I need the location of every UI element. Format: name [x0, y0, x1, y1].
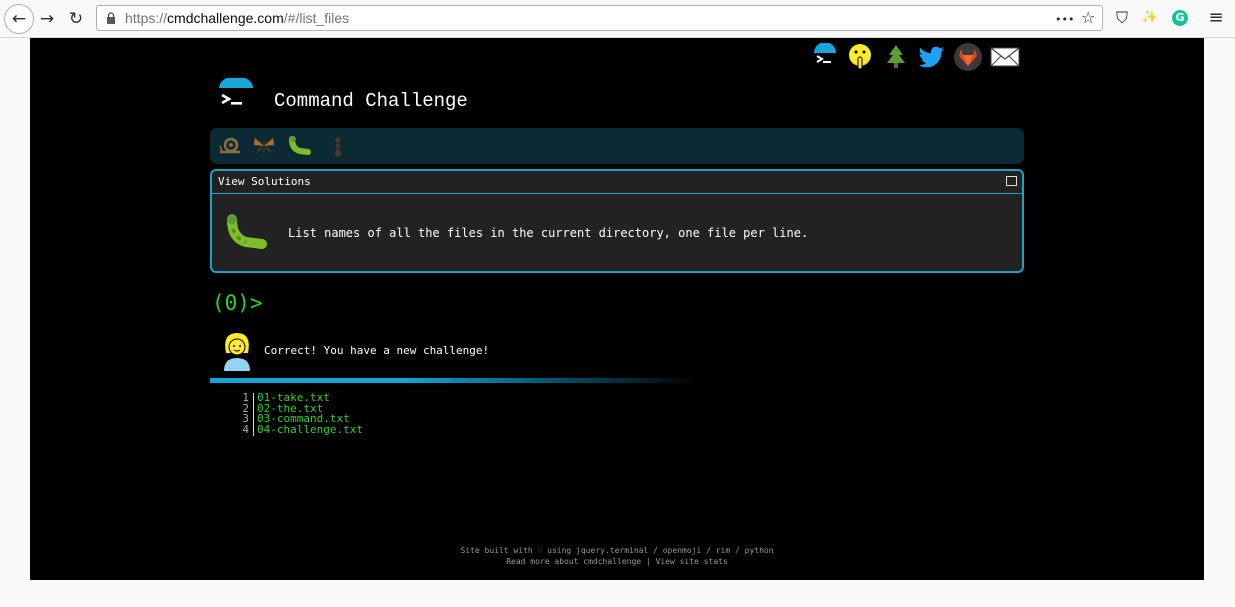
success-message: Correct! You have a new challenge!: [264, 344, 490, 357]
twitter-bird-icon: [919, 46, 944, 68]
forward-arrow-icon: →: [39, 8, 55, 29]
twitter-link[interactable]: [917, 42, 947, 72]
url-text[interactable]: https://cmdchallenge.com/#/list_files: [125, 10, 349, 26]
caterpillar-icon: [289, 136, 311, 155]
progress-bar: [210, 378, 700, 383]
gitlab-link[interactable]: [953, 42, 983, 72]
lock-icon: [107, 12, 115, 24]
site-logo-icon: [219, 78, 253, 105]
caterpillar-icon: [227, 214, 267, 249]
butterfly-icon: [253, 137, 275, 154]
footer-credits[interactable]: Site built with ♡ using jquery.terminal …: [30, 546, 1204, 555]
gitlab-fox-icon: [954, 43, 982, 71]
ant-icon: [335, 137, 341, 157]
url-bar[interactable]: https://cmdchallenge.com/#/list_files ••…: [96, 5, 1103, 31]
grammarly-icon[interactable]: G: [1172, 10, 1188, 26]
email-link[interactable]: [990, 42, 1020, 72]
output-line: 4 04-challenge.txt: [235, 423, 363, 437]
tree-link[interactable]: [881, 42, 911, 72]
terminal-prompt[interactable]: (0)>: [212, 291, 263, 315]
extension-wand-icon[interactable]: ✨: [1140, 8, 1160, 28]
terminal-logo-icon: [814, 43, 836, 63]
challenge-description: List names of all the files in the curre…: [288, 226, 809, 240]
level-selector: [210, 128, 1024, 164]
level-butterfly[interactable]: [252, 134, 276, 158]
level-ant[interactable]: [326, 134, 350, 158]
reload-button[interactable]: ↻: [63, 6, 89, 32]
snail-icon: [219, 137, 240, 154]
footer-links[interactable]: Read more about cmdchallenge | View site…: [30, 557, 1204, 566]
tracking-shield-icon[interactable]: ⛉: [1112, 8, 1132, 28]
command-output: 1 01-take.txt 2 02-the.txt 3 03-command.txt…: [235, 392, 363, 437]
reload-icon: ↻: [68, 8, 84, 29]
view-solutions-link[interactable]: View Solutions: [218, 175, 311, 188]
line-number: 4: [235, 424, 254, 436]
page-title: Command Challenge: [274, 90, 468, 112]
panel-header: View Solutions: [212, 171, 1022, 194]
file-name: 04-challenge.txt: [257, 423, 363, 437]
hamburger-menu-icon[interactable]: ≡: [1206, 8, 1226, 28]
cmdchallenge-link[interactable]: [810, 42, 840, 72]
woman-avatar-icon: [224, 333, 250, 371]
maximize-icon[interactable]: [1006, 176, 1017, 186]
forward-button[interactable]: →: [34, 6, 60, 32]
back-button[interactable]: ←: [4, 4, 34, 34]
page-actions-icon[interactable]: •••: [1055, 11, 1074, 29]
evergreen-tree-icon: [887, 45, 905, 68]
envelope-icon: [990, 47, 1020, 67]
oops-link[interactable]: [845, 42, 875, 72]
page-content: Command Challenge View Solutions List na…: [30, 38, 1204, 580]
challenge-panel: View Solutions List names of all the fil…: [210, 169, 1024, 273]
back-arrow-icon: ←: [11, 8, 27, 29]
browser-toolbar: ← → ↻ https://cmdchallenge.com/#/list_fi…: [0, 0, 1235, 38]
level-snail[interactable]: [218, 134, 242, 158]
level-caterpillar[interactable]: [288, 134, 312, 158]
bookmark-star-icon[interactable]: ☆: [1081, 9, 1095, 27]
shushing-face-icon: [849, 44, 871, 70]
